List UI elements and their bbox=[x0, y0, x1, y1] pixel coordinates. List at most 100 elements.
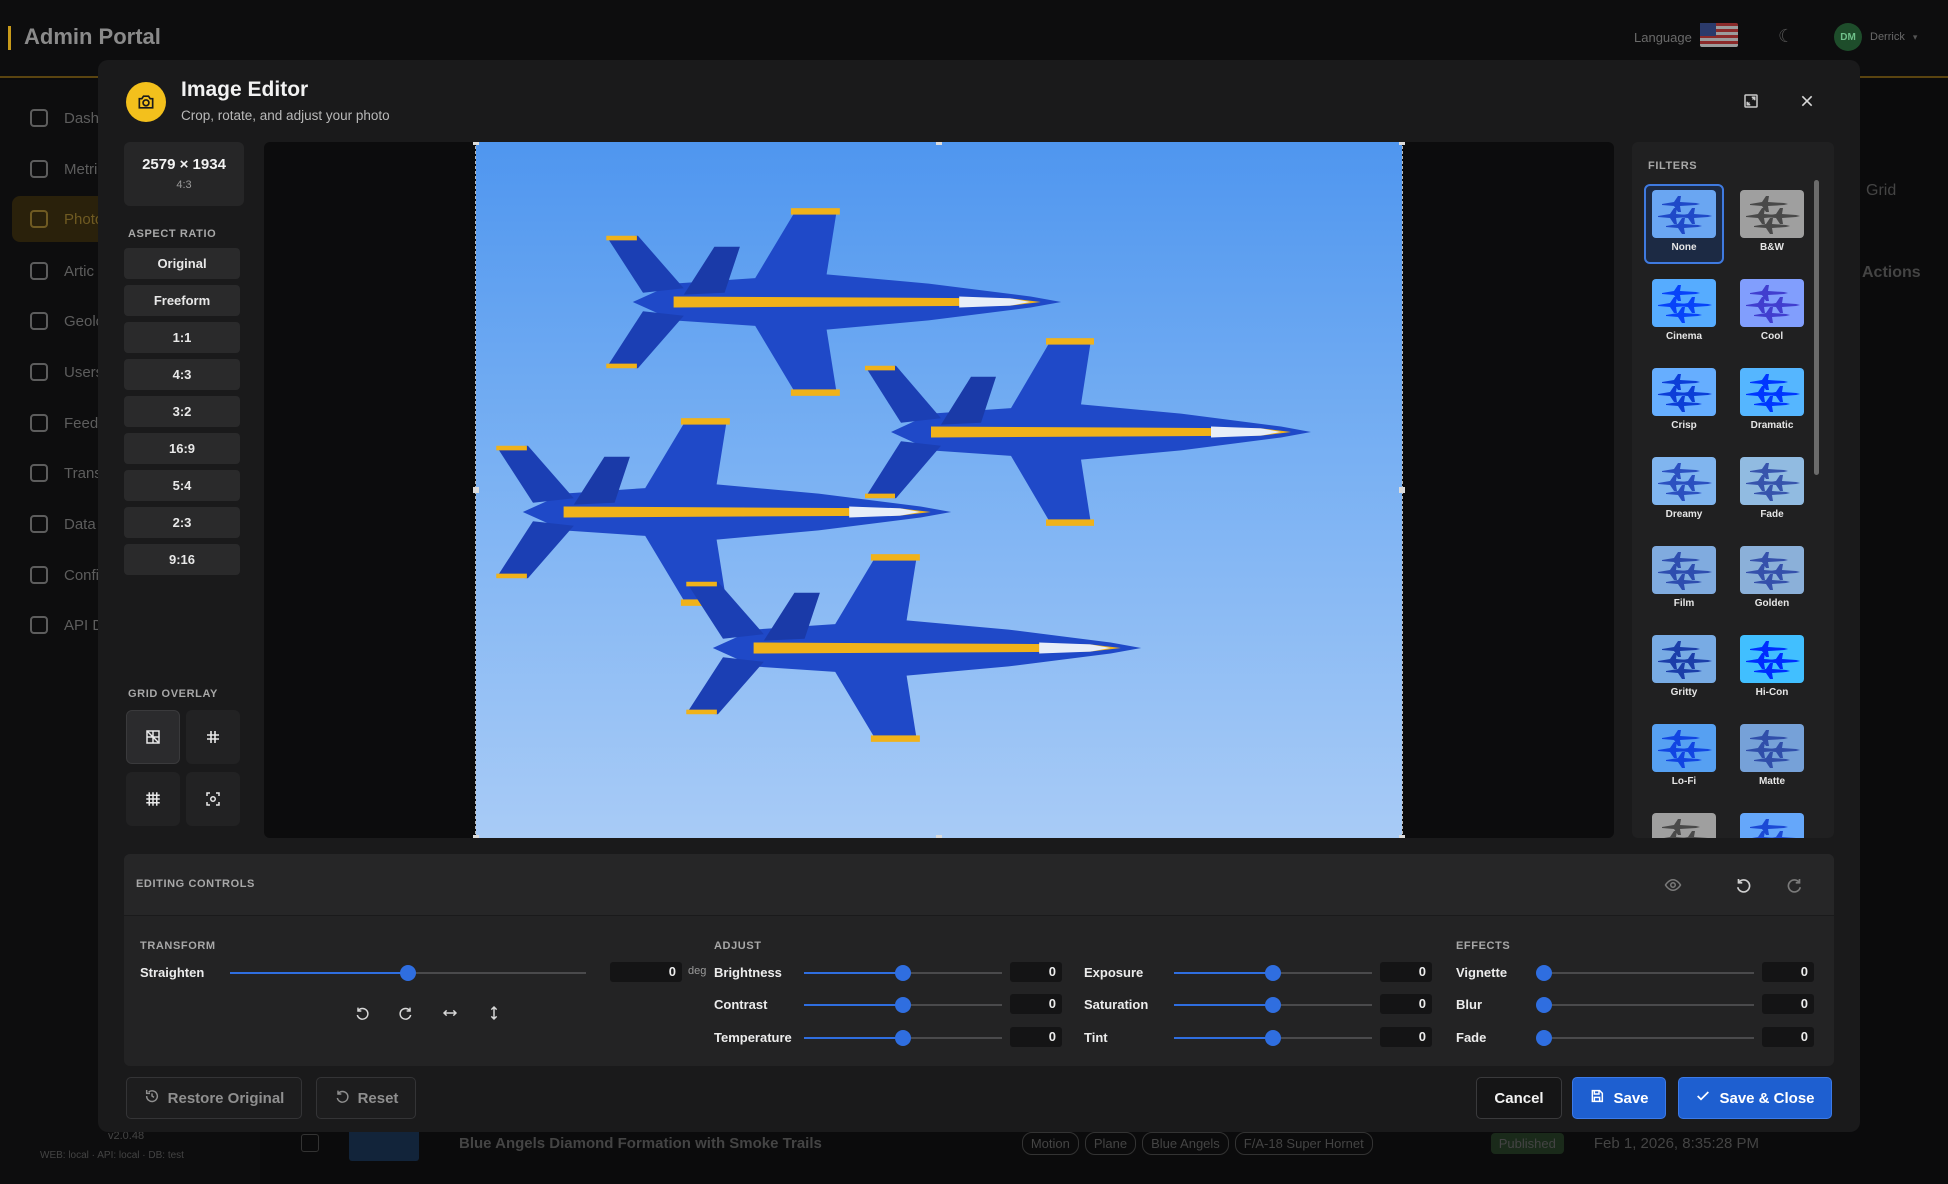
straighten-value-input[interactable]: 0 bbox=[610, 962, 682, 982]
photo-preview[interactable] bbox=[473, 142, 1405, 838]
redo-icon[interactable] bbox=[1782, 872, 1808, 898]
aspect-ratio-4-3[interactable]: 4:3 bbox=[124, 359, 240, 390]
flip-horizontal-icon[interactable] bbox=[437, 1000, 463, 1026]
reset-button[interactable]: Reset bbox=[316, 1077, 416, 1119]
crop-handle[interactable] bbox=[936, 835, 942, 838]
image-canvas[interactable] bbox=[264, 142, 1614, 838]
contrast-value-input[interactable]: 0 bbox=[1010, 994, 1062, 1014]
flip-vertical-icon[interactable] bbox=[481, 1000, 507, 1026]
fullscreen-icon[interactable] bbox=[1736, 86, 1766, 116]
filter-gritty[interactable]: Gritty bbox=[1644, 629, 1724, 709]
us-flag-icon[interactable] bbox=[1700, 23, 1738, 47]
filter-lo-fi[interactable]: Lo-Fi bbox=[1644, 718, 1724, 798]
filter-cool[interactable]: Cool bbox=[1732, 273, 1812, 353]
filter-none[interactable]: None bbox=[1644, 184, 1724, 264]
filter-thumbnail bbox=[1652, 457, 1716, 505]
temperature-slider[interactable] bbox=[804, 1030, 1002, 1046]
brightness-value-input[interactable]: 0 bbox=[1010, 962, 1062, 982]
save-and-close-button[interactable]: Save & Close bbox=[1678, 1077, 1832, 1119]
filters-scrollbar[interactable] bbox=[1814, 180, 1819, 475]
undo-icon[interactable] bbox=[1730, 872, 1756, 898]
filter-label: Golden bbox=[1754, 598, 1790, 609]
filter-label: Gritty bbox=[1670, 687, 1698, 698]
crop-handle[interactable] bbox=[1399, 487, 1405, 493]
filter-thumbnail bbox=[1740, 457, 1804, 505]
filter-matte[interactable]: Matte bbox=[1732, 718, 1812, 798]
blur-effect-slider[interactable] bbox=[1536, 997, 1754, 1013]
vignette-effect-slider[interactable] bbox=[1536, 965, 1754, 981]
save-and-close-label: Save & Close bbox=[1719, 1089, 1815, 1107]
crop-handle[interactable] bbox=[473, 487, 479, 493]
crop-handle[interactable] bbox=[473, 835, 479, 838]
contrast-label: Contrast bbox=[714, 997, 768, 1012]
filter-fade[interactable]: Fade bbox=[1732, 451, 1812, 531]
close-icon[interactable] bbox=[1792, 86, 1822, 116]
crop-handle[interactable] bbox=[1399, 142, 1405, 145]
temperature-value-input[interactable]: 0 bbox=[1010, 1027, 1062, 1047]
fade-effect-slider[interactable] bbox=[1536, 1030, 1754, 1046]
filter-dramatic[interactable]: Dramatic bbox=[1732, 362, 1812, 442]
filter-film[interactable]: Film bbox=[1644, 540, 1724, 620]
brightness-slider-fill bbox=[804, 972, 903, 974]
language-label: Language bbox=[1634, 30, 1692, 45]
exposure-slider[interactable] bbox=[1174, 965, 1372, 981]
filter-cinema[interactable]: Cinema bbox=[1644, 273, 1724, 353]
filter-dreamy[interactable]: Dreamy bbox=[1644, 451, 1724, 531]
temperature-slider-thumb[interactable] bbox=[895, 1030, 911, 1046]
vignette-effect-value-input[interactable]: 0 bbox=[1762, 962, 1814, 982]
saturation-value-input[interactable]: 0 bbox=[1380, 994, 1432, 1014]
contrast-slider-thumb[interactable] bbox=[895, 997, 911, 1013]
fade-effect-value-input[interactable]: 0 bbox=[1762, 1027, 1814, 1047]
exposure-slider-thumb[interactable] bbox=[1265, 965, 1281, 981]
blur-effect-value-input[interactable]: 0 bbox=[1762, 994, 1814, 1014]
dark-mode-icon[interactable]: ☾ bbox=[1778, 26, 1794, 47]
saturation-slider[interactable] bbox=[1174, 997, 1372, 1013]
grid-view-button[interactable]: Grid bbox=[1866, 182, 1896, 200]
aspect-ratio-freeform[interactable]: Freeform bbox=[124, 285, 240, 316]
sidebar-item-label: Metri bbox=[64, 160, 98, 178]
restore-original-button[interactable]: Restore Original bbox=[126, 1077, 302, 1119]
tint-slider-thumb[interactable] bbox=[1265, 1030, 1281, 1046]
save-button[interactable]: Save bbox=[1572, 1077, 1666, 1119]
saturation-slider-thumb[interactable] bbox=[1265, 997, 1281, 1013]
grid-fine-icon[interactable] bbox=[126, 772, 180, 826]
jets-photo bbox=[496, 208, 1311, 742]
filter-b-w[interactable]: B&W bbox=[1732, 184, 1812, 264]
aspect-ratio-16-9[interactable]: 16:9 bbox=[124, 433, 240, 464]
vignette-effect-slider-thumb[interactable] bbox=[1536, 965, 1552, 981]
aspect-ratio-original[interactable]: Original bbox=[124, 248, 240, 279]
aspect-ratio-3-2[interactable]: 3:2 bbox=[124, 396, 240, 427]
grid-center-icon[interactable] bbox=[186, 772, 240, 826]
filter-more[interactable] bbox=[1644, 807, 1724, 838]
crop-handle[interactable] bbox=[1399, 835, 1405, 838]
crop-handle[interactable] bbox=[473, 142, 479, 145]
straighten-slider-thumb[interactable] bbox=[400, 965, 416, 981]
aspect-ratio-9-16[interactable]: 9:16 bbox=[124, 544, 240, 575]
aspect-ratio-5-4[interactable]: 5:4 bbox=[124, 470, 240, 501]
filter-label: Hi-Con bbox=[1755, 687, 1789, 698]
row-checkbox[interactable] bbox=[301, 1134, 319, 1152]
cancel-button[interactable]: Cancel bbox=[1476, 1077, 1562, 1119]
user-menu[interactable]: DM Derrick ▾ bbox=[1834, 22, 1934, 52]
aspect-ratio-1-1[interactable]: 1:1 bbox=[124, 322, 240, 353]
tint-value-input[interactable]: 0 bbox=[1380, 1027, 1432, 1047]
tint-slider[interactable] bbox=[1174, 1030, 1372, 1046]
contrast-slider[interactable] bbox=[804, 997, 1002, 1013]
blur-effect-slider-thumb[interactable] bbox=[1536, 997, 1552, 1013]
preview-eye-icon[interactable] bbox=[1660, 872, 1686, 898]
grid-none-icon[interactable] bbox=[126, 710, 180, 764]
filter-golden[interactable]: Golden bbox=[1732, 540, 1812, 620]
exposure-value-input[interactable]: 0 bbox=[1380, 962, 1432, 982]
filter-hi-con[interactable]: Hi-Con bbox=[1732, 629, 1812, 709]
rotate-left-icon[interactable] bbox=[349, 1000, 375, 1026]
filter-crisp[interactable]: Crisp bbox=[1644, 362, 1724, 442]
brightness-slider[interactable] bbox=[804, 965, 1002, 981]
aspect-ratio-2-3[interactable]: 2:3 bbox=[124, 507, 240, 538]
crop-handle[interactable] bbox=[936, 142, 942, 145]
grid-thirds-icon[interactable] bbox=[186, 710, 240, 764]
filter-more[interactable] bbox=[1732, 807, 1812, 838]
fade-effect-slider-thumb[interactable] bbox=[1536, 1030, 1552, 1046]
straighten-slider[interactable] bbox=[230, 965, 586, 981]
rotate-right-icon[interactable] bbox=[393, 1000, 419, 1026]
brightness-slider-thumb[interactable] bbox=[895, 965, 911, 981]
